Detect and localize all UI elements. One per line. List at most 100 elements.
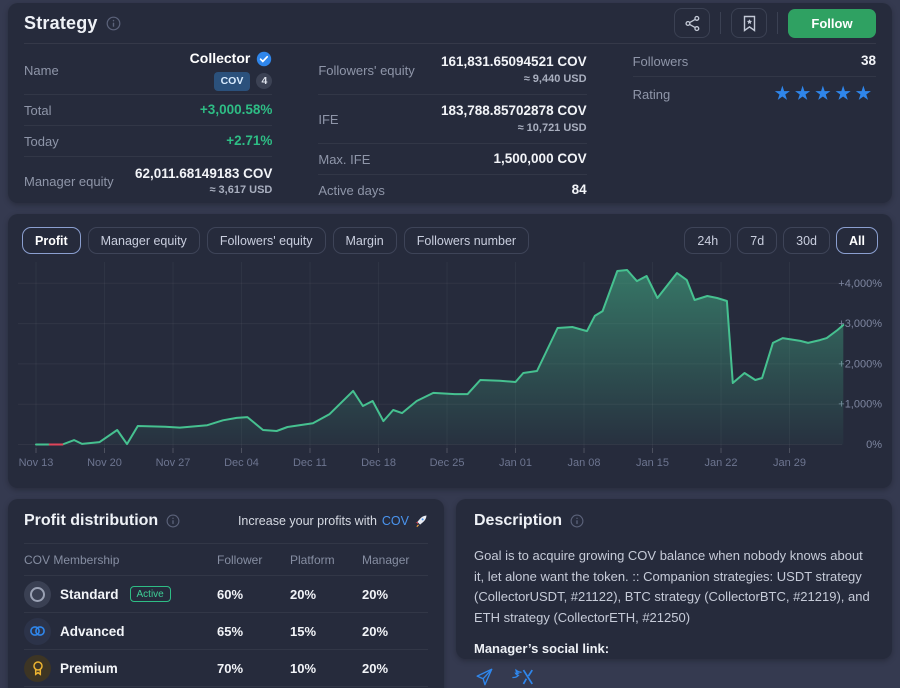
profit-distribution-panel: Profit distribution Increase your profit… — [8, 499, 444, 688]
tier-cell-standard: StandardActive — [24, 581, 217, 608]
stat-value-today: +2.71% — [226, 132, 272, 150]
profit-chart[interactable]: 0%+1,000%+2,000%+3,000%+4,000%Nov 13Nov … — [8, 260, 892, 486]
share-button[interactable] — [674, 8, 710, 38]
stat-label-rating: Rating — [633, 87, 671, 102]
stat-value-followers: 38 — [861, 52, 876, 70]
info-icon[interactable] — [570, 514, 584, 528]
tab-profit[interactable]: Profit — [22, 227, 81, 254]
x-axis-label: Jan 08 — [568, 457, 601, 469]
y-axis-label: 0% — [866, 439, 882, 451]
profit-distribution-title: Profit distribution — [24, 512, 158, 530]
medal-icon — [31, 660, 45, 676]
stat-row-today: Today +2.71% — [24, 126, 272, 157]
membership-row-premium: Premium 70%10%20% — [24, 650, 428, 687]
chart-metric-tabs: Profit Manager equity Followers' equity Mar… — [22, 227, 529, 254]
header-actions: Follow — [674, 8, 876, 38]
x-axis-label: Dec 18 — [361, 457, 396, 469]
stat-value-usd: ≈ 3,617 USD — [135, 183, 272, 198]
stat-row-followers: Followers 38 — [633, 46, 876, 77]
page-title: Strategy — [24, 13, 98, 34]
y-axis-label: +4,000% — [838, 278, 882, 290]
social-link-label: Manager’s social link: — [474, 641, 874, 656]
tab-margin[interactable]: Margin — [333, 227, 397, 254]
x-axis-label: Nov 27 — [156, 457, 191, 469]
stat-label-followers: Followers — [633, 54, 689, 69]
stat-value-main: 1,500,000 COV — [494, 150, 587, 168]
telegram-icon[interactable] — [474, 667, 494, 687]
x-axis-label: Jan 15 — [636, 457, 669, 469]
stat-value-usd: ≈ 10,721 USD — [441, 121, 587, 136]
divider — [720, 12, 721, 34]
strategy-name-value: Collector COV4 — [190, 49, 273, 90]
verified-icon — [256, 51, 272, 67]
stat-row-max-ife: Max. IFE1,500,000 COV — [318, 144, 586, 175]
x-axis-label: Dec 11 — [293, 457, 327, 469]
range-24h[interactable]: 24h — [684, 227, 731, 254]
table-body: StandardActive60%20%20%Advanced65%15%20%… — [24, 576, 428, 687]
manager-pct: 20% — [362, 587, 428, 602]
tab-followers-number[interactable]: Followers number — [404, 227, 529, 254]
stat-row-rating: Rating ★★★★★ — [633, 77, 876, 112]
stat-label-today: Today — [24, 134, 59, 149]
profit-distribution-header: Profit distribution Increase your profit… — [24, 499, 428, 543]
x-axis-label: Jan 22 — [705, 457, 738, 469]
range-7d[interactable]: 7d — [737, 227, 777, 254]
platform-pct: 10% — [290, 661, 362, 676]
divider — [777, 12, 778, 34]
range-30d[interactable]: 30d — [783, 227, 830, 254]
info-icon[interactable] — [166, 514, 180, 528]
description-panel: Description Goal is to acquire growing C… — [456, 499, 892, 659]
follower-pct: 70% — [217, 661, 290, 676]
stat-row-ife: IFE 183,788.85702878 COV≈ 10,721 USD — [318, 95, 586, 144]
strategy-name-text: Collector — [190, 49, 251, 68]
standard-tier-icon — [24, 581, 51, 608]
rocket-icon — [414, 514, 428, 528]
profit-distribution-table: COV MembershipFollowerPlatformManager St… — [24, 543, 428, 687]
stat-label-followers-equity: Followers' equity — [318, 63, 414, 78]
table-header: COV MembershipFollowerPlatformManager — [24, 543, 428, 576]
count-badge[interactable]: 4 — [256, 73, 272, 89]
strategy-header: Strategy Follow — [24, 3, 876, 44]
follower-pct: 60% — [217, 587, 290, 602]
manager-pct: 20% — [362, 661, 428, 676]
twitter-x-icon[interactable] — [511, 668, 535, 686]
stat-label-manager-equity: Manager equity — [24, 174, 114, 189]
active-badge: Active — [130, 586, 171, 602]
stat-row-manager-equity: Manager equity62,011.68149183 COV≈ 3,617… — [24, 157, 272, 206]
y-axis-label: +1,000% — [838, 399, 882, 411]
follow-button[interactable]: Follow — [788, 9, 876, 38]
tab-manager-equity[interactable]: Manager equity — [88, 227, 200, 254]
stats-column-1: NameCollectorCOV4Total+3,000.58%Today+2.… — [24, 46, 272, 206]
col-header-platform: Platform — [290, 553, 362, 567]
cov-link[interactable]: COV — [382, 514, 409, 528]
tier-cell-advanced: Advanced — [24, 618, 217, 645]
tab-followers-equity[interactable]: Followers' equity — [207, 227, 326, 254]
stat-label-ife: IFE — [318, 112, 338, 127]
y-axis-label: +3,000% — [838, 318, 882, 330]
promo-text: Increase your profits with — [238, 514, 377, 528]
stat-value-max-ife: 1,500,000 COV — [494, 150, 587, 168]
bookmark-button[interactable] — [731, 8, 767, 38]
stat-label-active-days: Active days — [318, 183, 384, 198]
range-all[interactable]: All — [836, 227, 878, 254]
stat-value-ife: 183,788.85702878 COV≈ 10,721 USD — [441, 102, 587, 135]
rating-stars: ★★★★★ — [775, 83, 876, 106]
tier-name: Premium — [60, 661, 118, 676]
ring-icon — [30, 587, 45, 602]
stat-value-main: 38 — [861, 52, 876, 70]
cov-promo: Increase your profits with COV — [238, 514, 428, 528]
strategy-panel: Strategy Follow NameCo — [8, 3, 892, 203]
chart-panel: Profit Manager equity Followers' equity Mar… — [8, 214, 892, 488]
social-icons-row — [474, 667, 874, 687]
strategy-name: Collector — [190, 49, 273, 68]
stat-value-main: +3,000.58% — [200, 101, 272, 119]
strategy-badges: COV4 — [190, 72, 273, 90]
stat-value-usd: ≈ 9,440 USD — [441, 72, 587, 87]
y-axis-label: +2,000% — [838, 358, 882, 370]
stat-value-total: +3,000.58% — [200, 101, 272, 119]
membership-row-standard: StandardActive60%20%20% — [24, 576, 428, 613]
stat-value-main: 161,831.65094521 COV — [441, 53, 587, 71]
description-text: Goal is to acquire growing COV balance w… — [474, 546, 874, 628]
bookmark-star-icon — [742, 15, 757, 32]
info-icon[interactable] — [106, 16, 121, 31]
